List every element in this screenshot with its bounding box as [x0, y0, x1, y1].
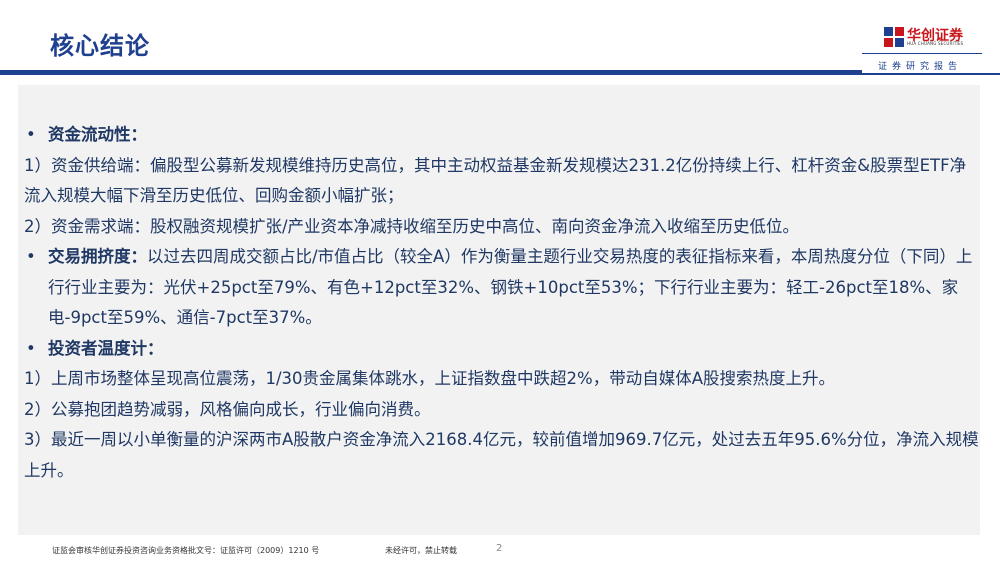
company-logo: 华创证券 HUA CHUANG SECURITIES	[883, 26, 975, 48]
section-crowding: • 交易拥挤度：以过去四周成交额占比/市值占比（较全A）作为衡量主题行业交易热度…	[24, 242, 979, 334]
bullet-icon: •	[26, 338, 36, 358]
logo-mark-icon	[884, 27, 904, 47]
list-item: 1）上周市场整体呈现高位震荡，1/30贵金属集体跳水，上证指数盘中跌超2%，带动…	[24, 369, 836, 388]
conclusion-body: • 资金流动性： 1）资金供给端：偏股型公募新发规模维持历史高位，其中主动权益基…	[24, 120, 979, 486]
list-item: 1）资金供给端：偏股型公募新发规模维持历史高位，其中主动权益基金新发规模达231…	[24, 155, 967, 206]
section-heading: 资金流动性：	[48, 125, 147, 144]
footer-note: 未经许可，禁止转载	[385, 546, 457, 555]
section-heading: 交易拥挤度：	[48, 247, 147, 266]
footer-license: 证监会审核华创证券投资咨询业务资格批文号：证监许可（2009）1210 号	[52, 546, 320, 555]
header-divider	[862, 53, 982, 54]
header-bar	[0, 70, 862, 75]
section-liquidity: • 资金流动性：	[24, 120, 979, 151]
bullet-icon: •	[26, 125, 36, 144]
list-item: 3）最近一周以小单衡量的沪深两市A股散户资金净流入2168.4亿元，较前值增加9…	[24, 430, 979, 480]
bullet-icon: •	[26, 247, 36, 266]
page-title: 核心结论	[50, 32, 150, 60]
section-text: 以过去四周成交额占比/市值占比（较全A）作为衡量主题行业交易热度的表征指标来看，…	[48, 247, 973, 327]
section-heading: 投资者温度计：	[48, 338, 164, 358]
section-investor-thermometer: • 投资者温度计：	[24, 334, 979, 365]
report-label: 证券研究报告	[878, 62, 963, 72]
logo-text-en: HUA CHUANG SECURITIES	[907, 41, 964, 46]
page-number: 2	[496, 543, 503, 554]
list-item: 2）资金需求端：股权融资规模扩张/产业资本净减持收缩至历史中高位、南向资金净流入…	[24, 216, 800, 236]
header-bar-right	[862, 73, 1000, 75]
slide-header: 核心结论 华创证券 HUA CHUANG SECURITIES 证券研究报告	[0, 0, 1000, 75]
list-item: 2）公募抱团趋势减弱，风格偏向成长，行业偏向消费。	[24, 399, 431, 419]
